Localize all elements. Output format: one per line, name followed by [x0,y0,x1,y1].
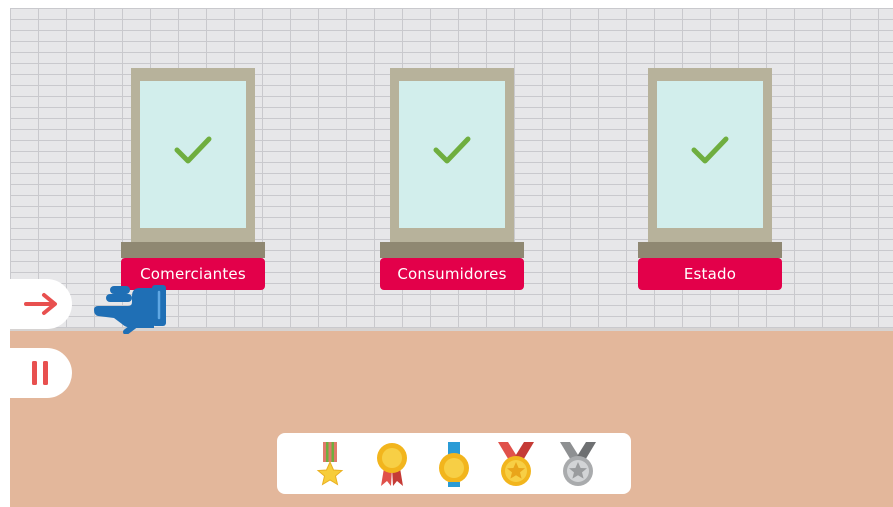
checkmark-icon [691,136,729,164]
window-glass [399,81,505,228]
window-label[interactable]: Estado [638,258,782,290]
medals-bar [277,433,631,494]
silver-star-medal-icon [556,438,600,490]
window-glass [140,81,246,228]
blue-ribbon-gold-medal-icon [432,438,476,490]
window-glass [657,81,763,228]
star-ribbon-medal-icon [308,438,352,490]
red-ribbon-star-medal-icon [494,438,538,490]
checkmark-icon [433,136,471,164]
window-estado[interactable]: Estado [638,68,782,292]
window-frame [131,68,255,242]
next-button[interactable] [10,279,72,329]
window-frame [390,68,514,242]
window-sill [121,242,265,258]
pause-button[interactable] [10,348,72,398]
gold-rosette-medal-icon [370,438,414,490]
window-frame [648,68,772,242]
window-sill [638,242,782,258]
window-consumidores[interactable]: Consumidores [380,68,524,292]
window-sill [380,242,524,258]
game-stage: Comerciantes Consumidores Estado [10,8,893,507]
arrow-right-icon [24,293,57,315]
window-label[interactable]: Consumidores [380,258,524,290]
checkmark-icon [174,136,212,164]
pause-icon [32,361,48,385]
window-comerciantes[interactable]: Comerciantes [121,68,265,292]
pointing-hand-icon[interactable] [92,282,172,334]
